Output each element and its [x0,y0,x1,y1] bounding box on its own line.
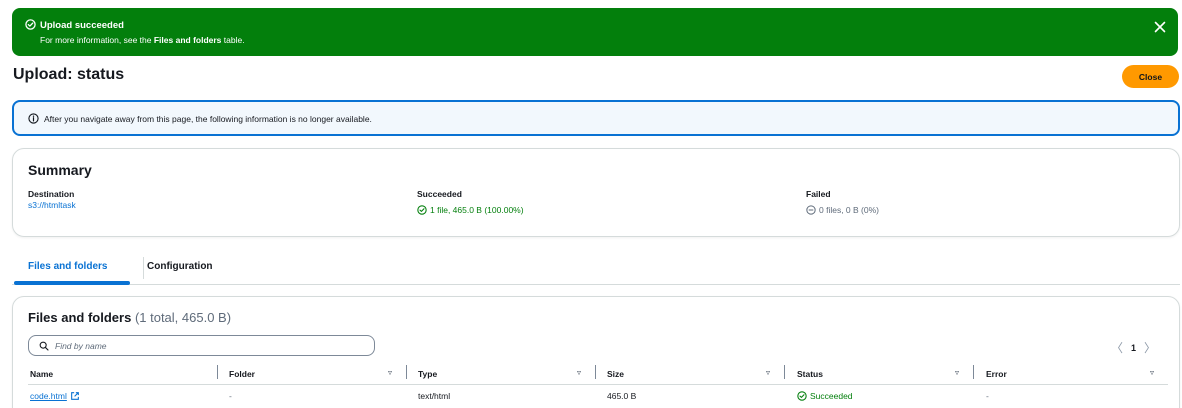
column-divider[interactable] [973,365,974,379]
external-link-icon [70,392,79,400]
status-text: Succeeded [810,391,853,401]
sort-down-icon[interactable]: ▿ [1150,368,1154,377]
failed-text: 0 files, 0 B (0%) [819,205,879,215]
success-flashbar: Upload succeeded For more information, s… [12,8,1178,56]
table-header: Name Folder ▿ Type ▿ Size ▿ Status ▿ Err… [28,365,1168,385]
check-circle-icon [25,19,36,30]
destination-label: Destination [28,189,75,199]
flash-message-prefix: For more information, see the [40,35,154,45]
pagination: 〈 1 〉 [1111,339,1156,356]
summary-succeeded: Succeeded 1 file, 465.0 B (100.00%) [417,189,524,215]
sort-down-icon[interactable]: ▿ [766,368,770,377]
column-header-folder[interactable]: Folder [229,369,255,379]
files-count: (1 total, 465.0 B) [134,310,232,325]
folder-value: - [229,391,232,401]
column-header-status[interactable]: Status [797,369,823,379]
sort-down-icon[interactable]: ▿ [955,368,959,377]
column-header-size[interactable]: Size [607,369,624,379]
flash-title: Upload succeeded [40,20,124,31]
previous-page-icon[interactable]: 〈 [1111,339,1123,356]
failed-value: 0 files, 0 B (0%) [806,205,879,215]
column-header-name[interactable]: Name [30,369,53,379]
close-button[interactable]: Close [1122,65,1179,88]
flash-message-suffix: table. [221,35,245,45]
files-title-text: Files and folders [28,310,132,325]
next-page-icon[interactable]: 〉 [1144,339,1156,356]
failed-label: Failed [806,189,831,199]
column-divider[interactable] [595,365,596,379]
files-table-title: Files and folders (1 total, 465.0 B) [28,310,231,325]
destination-link[interactable]: s3://htmltask [28,200,76,210]
flash-message: For more information, see the Files and … [40,35,245,45]
succeeded-label: Succeeded [417,189,462,199]
column-divider[interactable] [406,365,407,379]
flash-message-bold: Files and folders [153,35,222,45]
summary-destination: Destination s3://htmltask [28,189,76,210]
column-divider[interactable] [784,365,785,379]
column-header-error[interactable]: Error [986,369,1007,379]
file-name[interactable]: code.html [30,391,67,401]
minus-circle-icon [806,205,816,215]
active-tab-indicator [14,281,130,285]
page-title: Upload: status [13,66,125,83]
files-table-container: Files and folders (1 total, 465.0 B) 〈 1… [12,296,1180,408]
check-circle-icon [797,391,807,401]
summary-failed: Failed 0 files, 0 B (0%) [806,189,879,215]
column-header-type[interactable]: Type [418,369,437,379]
type-value: text/html [418,391,451,401]
tab-configuration[interactable]: Configuration [147,261,213,272]
column-divider[interactable] [217,365,218,379]
tab-divider [143,257,144,279]
summary-title: Summary [28,162,92,178]
info-icon [28,113,39,124]
search-icon [39,341,49,351]
table-row: code.html - text/html 465.0 B Succeeded … [28,385,1168,405]
succeeded-value: 1 file, 465.0 B (100.00%) [417,205,524,215]
close-icon[interactable] [1150,17,1170,37]
tab-files-and-folders[interactable]: Files and folders [28,261,107,272]
info-alert-text: After you navigate away from this page, … [44,114,372,124]
page-number[interactable]: 1 [1131,343,1136,353]
error-value: - [986,391,989,401]
summary-container: Summary Destination s3://htmltask Succee… [12,148,1180,237]
succeeded-text: 1 file, 465.0 B (100.00%) [430,205,524,215]
search-field[interactable] [28,335,375,356]
size-value: 465.0 B [607,391,637,401]
sort-down-icon[interactable]: ▿ [388,368,392,377]
check-circle-icon [417,205,427,215]
tabs-bar: Files and folders Configuration [12,252,1180,285]
file-name-link[interactable]: code.html [30,391,80,401]
status-value: Succeeded [797,391,853,401]
info-alert: After you navigate away from this page, … [12,100,1180,136]
sort-down-icon[interactable]: ▿ [577,368,581,377]
search-input[interactable] [55,338,365,353]
